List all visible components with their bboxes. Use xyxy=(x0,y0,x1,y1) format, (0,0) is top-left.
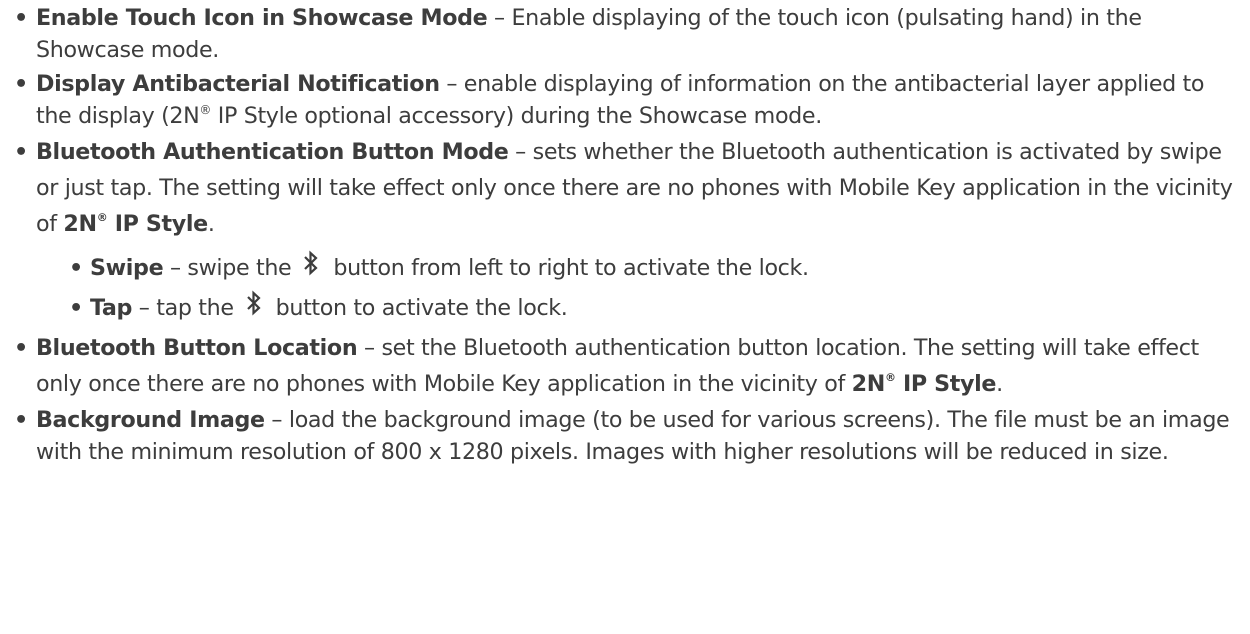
button-mode-options: Swipe – swipe the button from left to rig… xyxy=(36,248,1246,328)
document-body: Enable Touch Icon in Showcase Mode – Ena… xyxy=(0,0,1250,634)
list-item-antibacterial-notification: Display Antibacterial Notification – ena… xyxy=(0,68,1246,132)
bluetooth-icon xyxy=(301,249,321,277)
product-name-suffix: IP Style xyxy=(895,371,997,397)
item-description-cont: IP Style optional accessory) during the … xyxy=(211,103,823,129)
option-tap: Tap – tap the button to activate the lock… xyxy=(0,288,1246,328)
product-name: 2N® IP Style xyxy=(852,371,997,397)
option-term: Tap xyxy=(90,295,133,321)
product-name: 2N® IP Style xyxy=(63,211,208,237)
item-separator: – xyxy=(508,139,533,165)
item-term: Bluetooth Button Location xyxy=(36,335,358,361)
registered-mark: ® xyxy=(199,102,212,117)
sentence-end: . xyxy=(207,211,215,237)
item-term: Enable Touch Icon in Showcase Mode xyxy=(36,5,488,31)
product-name-prefix: 2N xyxy=(851,371,886,397)
settings-list: Enable Touch Icon in Showcase Mode – Ena… xyxy=(0,2,1250,468)
option-term: Swipe xyxy=(90,255,164,281)
option-text-post: button to activate the lock. xyxy=(275,295,568,321)
list-item-enable-touch-icon: Enable Touch Icon in Showcase Mode – Ena… xyxy=(0,2,1246,66)
bluetooth-icon xyxy=(244,289,264,317)
option-separator: – xyxy=(132,295,157,321)
item-separator: – xyxy=(264,407,289,433)
option-separator: – xyxy=(163,255,188,281)
item-separator: – xyxy=(357,335,382,361)
list-item-bluetooth-button-mode: Bluetooth Authentication Button Mode – s… xyxy=(0,134,1246,328)
item-term: Bluetooth Authentication Button Mode xyxy=(36,139,509,165)
registered-mark: ® xyxy=(96,210,108,224)
item-term: Display Antibacterial Notification xyxy=(36,71,440,97)
registered-mark: ® xyxy=(884,370,896,384)
item-term: Background Image xyxy=(36,407,265,433)
item-separator: – xyxy=(439,71,464,97)
product-name-prefix: 2N xyxy=(63,211,97,237)
option-text-pre: tap the xyxy=(156,295,234,321)
list-item-background-image: Background Image – load the background i… xyxy=(0,404,1246,468)
sentence-end: . xyxy=(996,371,1003,397)
option-swipe: Swipe – swipe the button from left to rig… xyxy=(0,248,1246,288)
item-separator: – xyxy=(487,5,512,31)
option-text-pre: swipe the xyxy=(187,255,292,281)
product-name-suffix: IP Style xyxy=(107,211,209,237)
list-item-bluetooth-button-location: Bluetooth Button Location – set the Blue… xyxy=(0,330,1246,402)
option-text-post: button from left to right to activate th… xyxy=(333,255,809,281)
